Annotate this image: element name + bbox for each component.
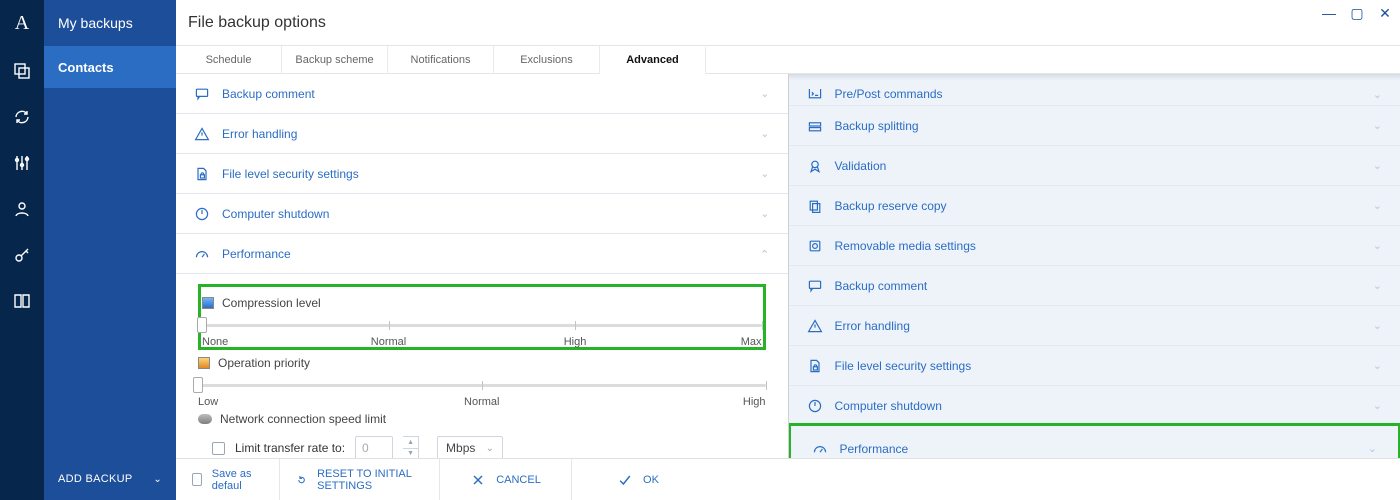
minimize-button[interactable]: — — [1322, 6, 1336, 20]
limit-transfer-label: Limit transfer rate to: — [235, 441, 345, 455]
icon-rail: A — [0, 0, 44, 500]
limit-transfer-checkbox[interactable] — [212, 442, 225, 455]
compression-slider[interactable]: NoneNormalHighMax — [202, 318, 762, 346]
terminal-icon — [807, 89, 823, 101]
limit-transfer-stepper[interactable]: ▲▼ — [403, 436, 419, 458]
performance-pane: Compression level NoneNormalHighMax Oper… — [176, 274, 788, 458]
right-panel: Pre/Post commands ⌄ Backup splitting⌄Val… — [789, 74, 1400, 458]
chevron-icon: ⌄ — [760, 247, 769, 260]
gauge-icon — [194, 246, 210, 262]
chevron-icon: ⌄ — [760, 87, 769, 100]
accordion-security2[interactable]: File level security settings⌄ — [789, 346, 1400, 386]
priority-title: Operation priority — [218, 356, 310, 370]
accordion-error2[interactable]: Error handling⌄ — [789, 306, 1400, 346]
comment-icon — [194, 86, 210, 102]
limit-transfer-unit-select[interactable]: Mbps⌄ — [437, 436, 503, 458]
window-controls: — ▢ ✕ — [1322, 6, 1392, 20]
tab-strip: ScheduleBackup schemeNotificationsExclus… — [176, 46, 1400, 74]
warning-icon — [807, 318, 823, 334]
brand-logo: A — [15, 12, 29, 35]
tab-backup-scheme[interactable]: Backup scheme — [282, 46, 388, 74]
accordion-comment2[interactable]: Backup comment⌄ — [789, 266, 1400, 306]
copy-icon — [807, 198, 823, 214]
dialog-title: File backup options — [176, 0, 1400, 46]
account-icon[interactable] — [12, 199, 32, 219]
reset-button[interactable]: RESET TO INITIAL SETTINGS — [280, 459, 440, 500]
priority-slider[interactable]: LowNormalHigh — [198, 378, 766, 406]
left-nav-title: My backups — [44, 0, 176, 46]
chevron-down-icon: ⌄ — [153, 474, 162, 485]
warning-icon — [194, 126, 210, 142]
comment-icon — [807, 278, 823, 294]
chevron-icon: ⌄ — [760, 207, 769, 220]
accordion-splitting[interactable]: Backup splitting⌄ — [789, 106, 1400, 146]
add-backup-button[interactable]: ADD BACKUP⌄ — [44, 458, 176, 500]
chevron-icon: ⌄ — [1373, 359, 1382, 372]
ribbon-icon — [807, 158, 823, 174]
backup-icon[interactable] — [12, 61, 32, 81]
accordion-performance[interactable]: Performance⌄ — [176, 234, 788, 274]
accordion-shutdown[interactable]: Computer shutdown⌄ — [176, 194, 788, 234]
cancel-button[interactable]: CANCEL — [440, 459, 572, 500]
left-nav-item-contacts[interactable]: Contacts — [44, 46, 176, 88]
compression-title: Compression level — [222, 296, 321, 310]
left-nav: My backups Contacts ADD BACKUP⌄ — [44, 0, 176, 500]
accordion-security[interactable]: File level security settings⌄ — [176, 154, 788, 194]
tab-notifications[interactable]: Notifications — [388, 46, 494, 74]
chevron-icon: ⌄ — [1373, 319, 1382, 332]
chevron-icon: ⌄ — [1373, 199, 1382, 212]
network-title: Network connection speed limit — [220, 412, 386, 426]
chevron-icon: ⌄ — [1373, 119, 1382, 132]
disk-icon — [807, 238, 823, 254]
chevron-icon: ⌄ — [1373, 159, 1382, 172]
accordion-removable[interactable]: Removable media settings⌄ — [789, 226, 1400, 266]
network-icon — [198, 414, 212, 424]
dialog-footer: Save as defaul RESET TO INITIAL SETTINGS… — [176, 458, 1400, 500]
key-icon[interactable] — [12, 245, 32, 265]
chevron-icon: ⌄ — [1373, 239, 1382, 252]
accordion-prepost[interactable]: Pre/Post commands ⌄ — [789, 84, 1400, 106]
accordion-error[interactable]: Error handling⌄ — [176, 114, 788, 154]
chevron-icon: ⌄ — [760, 167, 769, 180]
limit-transfer-value[interactable]: 0 — [355, 436, 393, 458]
compression-icon — [202, 297, 214, 309]
slider-thumb[interactable] — [197, 317, 207, 333]
tab-schedule[interactable]: Schedule — [176, 46, 282, 74]
tab-exclusions[interactable]: Exclusions — [494, 46, 600, 74]
accordion-comment[interactable]: Backup comment⌄ — [176, 74, 788, 114]
accordion-performance2[interactable]: Performance⌄ — [794, 429, 1396, 458]
ok-button[interactable]: OK — [572, 459, 704, 500]
priority-icon — [198, 357, 210, 369]
chevron-icon: ⌄ — [760, 127, 769, 140]
accordion-reserve[interactable]: Backup reserve copy⌄ — [789, 186, 1400, 226]
power-icon — [194, 206, 210, 222]
split-icon — [807, 118, 823, 134]
options-dialog: — ▢ ✕ File backup options ScheduleBackup… — [176, 0, 1400, 500]
sliders-icon[interactable] — [12, 153, 32, 173]
chevron-icon: ⌄ — [1373, 279, 1382, 292]
file-lock-icon — [194, 166, 210, 182]
chevron-icon: ⌄ — [1373, 399, 1382, 412]
book-icon[interactable] — [12, 291, 32, 311]
accordion-validation[interactable]: Validation⌄ — [789, 146, 1400, 186]
maximize-button[interactable]: ▢ — [1350, 6, 1364, 20]
left-panel: Backup comment⌄Error handling⌄File level… — [176, 74, 789, 458]
accordion-shutdown2[interactable]: Computer shutdown⌄ — [789, 386, 1400, 426]
sync-icon[interactable] — [12, 107, 32, 127]
close-button[interactable]: ✕ — [1378, 6, 1392, 20]
tab-advanced[interactable]: Advanced — [600, 47, 706, 75]
chevron-icon: ⌄ — [1368, 442, 1377, 455]
power-icon — [807, 398, 823, 414]
save-default-checkbox[interactable]: Save as defaul — [176, 459, 280, 500]
gauge-icon — [812, 441, 828, 457]
slider-thumb[interactable] — [193, 377, 203, 393]
file-lock-icon — [807, 358, 823, 374]
